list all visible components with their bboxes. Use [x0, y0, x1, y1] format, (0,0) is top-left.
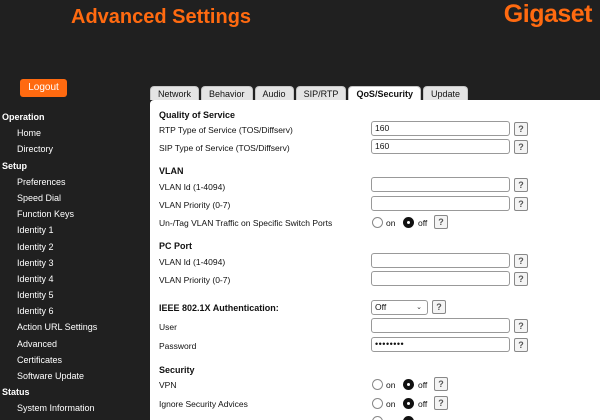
nav-item-function-keys[interactable]: Function Keys: [0, 206, 145, 222]
tab-qos-security[interactable]: QoS/Security: [348, 86, 421, 100]
nav-item-preferences[interactable]: Preferences: [0, 174, 145, 190]
section-heading-vlan: VLAN: [159, 166, 184, 176]
nav-item-speed-dial[interactable]: Speed Dial: [0, 190, 145, 206]
untag-vlan-label: Un-/Tag VLAN Traffic on Specific Switch …: [159, 218, 333, 228]
ieee-8021x-select[interactable]: Off ⌄: [371, 300, 428, 315]
ignore-security-off-label: off: [418, 399, 428, 409]
vlan-id-input[interactable]: [371, 177, 510, 192]
nav-item-identity-5[interactable]: Identity 5: [0, 287, 145, 303]
nav-item-certificates[interactable]: Certificates: [0, 352, 145, 368]
section-heading-security: Security: [159, 365, 195, 375]
sip-tos-input[interactable]: 160: [371, 139, 510, 154]
ieee-8021x-help-icon[interactable]: ?: [432, 300, 446, 314]
vlan-priority-help-icon[interactable]: ?: [514, 197, 528, 211]
nav-item-identity-2[interactable]: Identity 2: [0, 239, 145, 255]
nav-item-software-update[interactable]: Software Update: [0, 368, 145, 384]
tab-sip-rtp[interactable]: SIP/RTP: [295, 86, 347, 100]
chevron-down-icon: ⌄: [416, 304, 422, 311]
nav-item-system-information[interactable]: System Information: [0, 400, 145, 416]
ignore-security-on-radio[interactable]: [372, 398, 383, 409]
pc-vlan-id-help-icon[interactable]: ?: [514, 254, 528, 268]
vpn-off-label: off: [418, 380, 428, 390]
password-label: Password: [159, 341, 197, 351]
vpn-label: VPN: [159, 380, 177, 390]
ieee-8021x-selected-value: Off: [375, 302, 387, 312]
tab-audio[interactable]: Audio: [254, 86, 294, 100]
user-input[interactable]: [371, 318, 510, 333]
nav-item-advanced[interactable]: Advanced: [0, 336, 145, 352]
tab-behavior[interactable]: Behavior: [201, 86, 253, 100]
pc-vlan-priority-label: VLAN Priority (0-7): [159, 275, 231, 285]
pc-vlan-id-input[interactable]: [371, 253, 510, 268]
password-input[interactable]: ••••••••: [371, 337, 510, 352]
ignore-security-label: Ignore Security Advices: [159, 399, 248, 409]
untag-vlan-off-label: off: [418, 218, 428, 228]
logout-button[interactable]: Logout: [20, 79, 67, 97]
rtp-tos-label: RTP Type of Service (TOS/Diffserv): [159, 125, 293, 135]
vpn-off-radio[interactable]: [403, 379, 414, 390]
vpn-on-radio[interactable]: [372, 379, 383, 390]
untag-vlan-off-radio[interactable]: [403, 217, 414, 228]
tab-update[interactable]: Update: [422, 86, 468, 100]
rtp-tos-help-icon[interactable]: ?: [514, 122, 528, 136]
nav-item-identity-6[interactable]: Identity 6: [0, 303, 145, 319]
untag-vlan-on-radio[interactable]: [372, 217, 383, 228]
untag-vlan-help-icon[interactable]: ?: [434, 215, 448, 229]
vlan-id-label: VLAN Id (1-4094): [159, 182, 226, 192]
vlan-priority-input[interactable]: [371, 196, 510, 211]
next-row-on-radio[interactable]: [372, 416, 383, 420]
tab-network[interactable]: Network: [150, 86, 200, 100]
next-row-off-radio[interactable]: [403, 416, 414, 420]
sip-tos-help-icon[interactable]: ?: [514, 140, 528, 154]
rtp-tos-input[interactable]: 160: [371, 121, 510, 136]
user-help-icon[interactable]: ?: [514, 319, 528, 333]
vpn-help-icon[interactable]: ?: [434, 377, 448, 391]
brand-logo: Gigaset: [503, 0, 593, 28]
pc-vlan-priority-help-icon[interactable]: ?: [514, 272, 528, 286]
ignore-security-off-radio[interactable]: [403, 398, 414, 409]
section-heading-qos: Quality of Service: [159, 110, 236, 120]
page: Advanced Settings Gigaset Logout Operati…: [0, 0, 600, 420]
nav-item-home[interactable]: Home: [0, 125, 145, 141]
nav-item-directory[interactable]: Directory: [0, 141, 145, 157]
password-help-icon[interactable]: ?: [514, 338, 528, 352]
nav-section-operation: Operation: [2, 112, 45, 122]
vlan-priority-label: VLAN Priority (0-7): [159, 200, 231, 210]
nav-section-status: Status: [2, 387, 30, 398]
nav-item-identity-4[interactable]: Identity 4: [0, 271, 145, 287]
page-title: Advanced Settings: [71, 6, 252, 28]
vlan-id-help-icon[interactable]: ?: [514, 178, 528, 192]
nav-item-identity-3[interactable]: Identity 3: [0, 255, 145, 271]
untag-vlan-on-label: on: [386, 218, 396, 228]
sidebar-nav: Operation Home Directory Setup Preferenc…: [0, 109, 145, 417]
section-heading-pc-port: PC Port: [159, 241, 193, 251]
settings-panel: Quality of Service RTP Type of Service (…: [150, 100, 600, 420]
pc-vlan-id-label: VLAN Id (1-4094): [159, 257, 226, 267]
vpn-on-label: on: [386, 380, 396, 390]
ignore-security-on-label: on: [386, 399, 396, 409]
nav-item-identity-1[interactable]: Identity 1: [0, 222, 145, 238]
sip-tos-label: SIP Type of Service (TOS/Diffserv): [159, 143, 290, 153]
tab-bar: Network Behavior Audio SIP/RTP QoS/Secur…: [150, 86, 470, 100]
ignore-security-help-icon[interactable]: ?: [434, 396, 448, 410]
nav-section-setup: Setup: [2, 160, 28, 171]
pc-vlan-priority-input[interactable]: [371, 271, 510, 286]
nav-item-action-url[interactable]: Action URL Settings: [0, 319, 145, 335]
ieee-8021x-label: IEEE 802.1X Authentication:: [159, 303, 279, 313]
user-label: User: [159, 322, 177, 332]
